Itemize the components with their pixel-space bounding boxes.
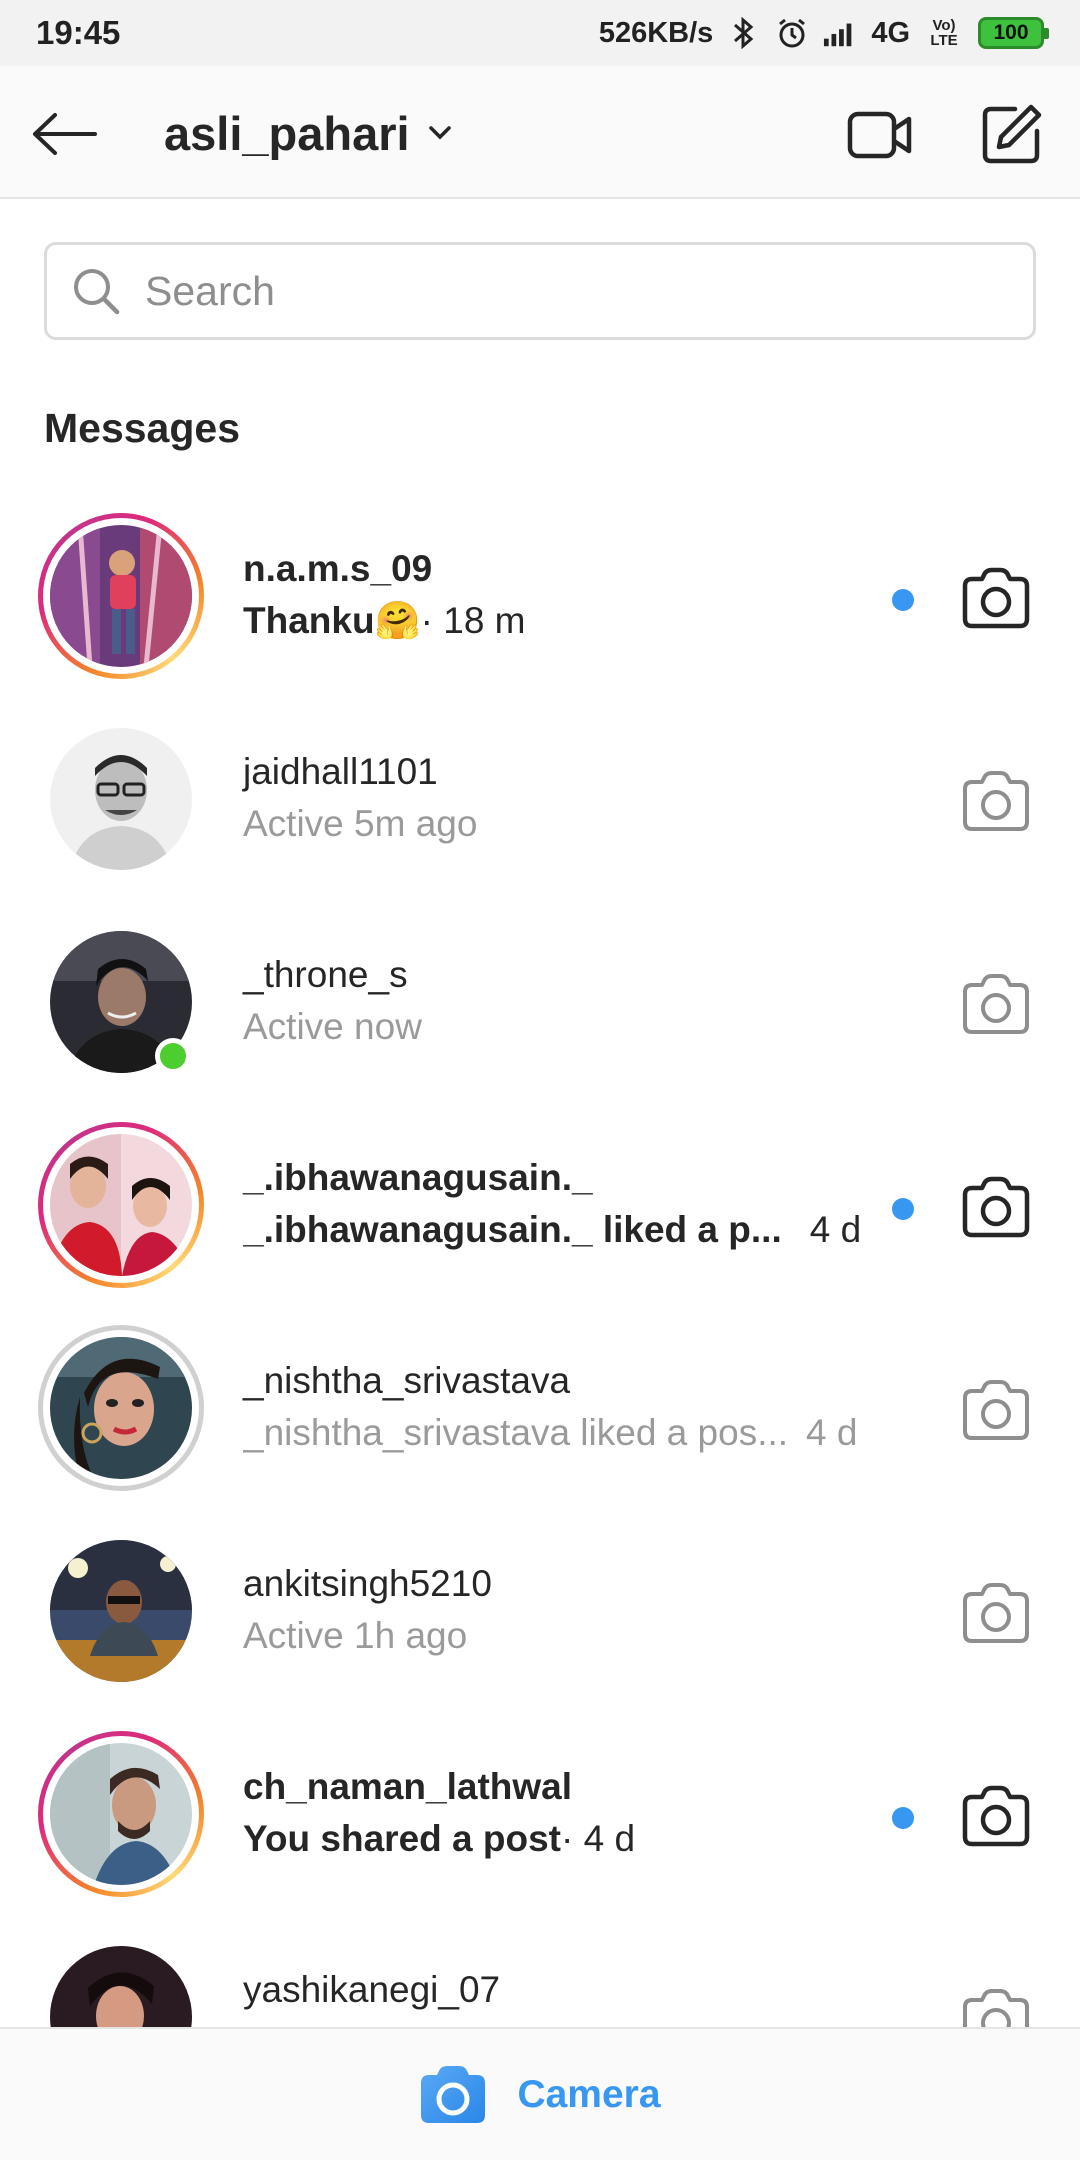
conversation-row[interactable]: _.ibhawanagusain._ _.ibhawanagusain._ li… [0,1109,1080,1312]
conversation-username: _.ibhawanagusain._ [243,1157,593,1198]
new-message-button[interactable] [972,96,1050,174]
camera-icon [963,1380,1029,1440]
back-arrow-icon [33,113,97,155]
camera-button[interactable] [958,1575,1034,1651]
battery-icon: 100 [978,17,1049,49]
avatar-image [50,728,192,870]
message-snippet: _nishtha_srivastava liked a pos... [243,1412,789,1453]
conversation-row[interactable]: yashikanegi_07 [0,1921,1080,2027]
avatar-image [50,1337,192,1479]
app-header: asli_pahari [0,66,1080,199]
video-camera-icon [847,111,912,159]
messages-heading: Messages [44,405,241,451]
camera-icon [963,1989,1029,2027]
conversation-username: n.a.m.s_09 [243,548,433,589]
message-snippet: Active 1h ago [243,1615,468,1656]
message-snippet: Thanku🤗 [243,600,421,641]
avatar[interactable] [38,1122,204,1288]
conversation-preview: Active 1h ago [243,1609,883,1663]
conversation-preview: _.ibhawanagusain._ liked a p... 4 d [243,1203,883,1257]
avatar[interactable] [38,1731,204,1897]
chevron-down-icon [428,126,451,140]
message-time: · 18 m [420,600,526,641]
message-snippet: _.ibhawanagusain._ liked a p... [243,1209,782,1250]
avatar[interactable] [38,1934,204,2027]
unread-indicator [892,1807,914,1829]
conversation-preview: Thanku🤗 · 18 m [243,594,883,648]
message-time: · 4 d [561,1818,636,1859]
camera-icon [962,567,1030,629]
camera-button[interactable] [958,966,1034,1042]
conversation-row[interactable]: _throne_s Active now [0,906,1080,1109]
search-input[interactable] [143,266,967,316]
avatar-image [50,1540,192,1682]
camera-button[interactable] [958,1169,1034,1245]
video-call-button[interactable] [840,100,920,170]
battery-level: 100 [993,21,1029,44]
conversation-username: _nishtha_srivastava [243,1360,571,1401]
conversation-list: n.a.m.s_09 Thanku🤗 · 18 m jaidhall1101 A… [0,500,1080,2027]
camera-icon [963,974,1029,1034]
signal-icon [823,16,857,50]
status-time: 19:45 [36,14,121,51]
avatar[interactable] [38,1325,204,1491]
alarm-icon [775,16,809,50]
conversation-row[interactable]: _nishtha_srivastava _nishtha_srivastava … [0,1312,1080,1515]
network-speed: 526KB/s [598,16,714,49]
camera-icon [963,1583,1029,1643]
status-bar: 19:45 526KB/s 4G Vo) LTE 100 [0,0,1080,66]
conversation-preview: Active 5m ago [243,797,883,851]
status-icons: 526KB/s 4G Vo) LTE 100 [598,16,1049,50]
avatar-image [50,525,192,667]
conversation-row[interactable]: jaidhall1101 Active 5m ago [0,703,1080,906]
online-status-indicator [155,1038,191,1074]
conversation-row[interactable]: ch_naman_lathwal You shared a post · 4 d [0,1718,1080,1921]
message-time: 4 d [809,1209,862,1250]
avatar-image [50,1134,192,1276]
conversation-username: ch_naman_lathwal [243,1766,573,1807]
message-snippet: Active 5m ago [243,803,478,844]
conversation-preview: You shared a post · 4 d [243,1812,883,1866]
camera-button[interactable] [958,560,1034,636]
bluetooth-icon [727,16,761,50]
avatar[interactable] [38,919,204,1085]
camera-button[interactable] [958,1981,1034,2027]
unread-indicator [892,1198,914,1220]
camera-button[interactable] [958,763,1034,839]
conversation-username: yashikanegi_07 [243,1969,501,2010]
search-icon [69,264,123,318]
search-bar[interactable] [44,242,1036,340]
avatar-image [50,1946,192,2027]
network-type: 4G [871,16,910,49]
page-title: asli_pahari [164,106,410,160]
account-switcher[interactable]: asli_pahari [164,100,452,166]
camera-icon [421,2065,486,2123]
conversation-row[interactable]: n.a.m.s_09 Thanku🤗 · 18 m [0,500,1080,703]
camera-button[interactable] [958,1372,1034,1448]
conversation-username: _throne_s [243,954,408,995]
back-button[interactable] [28,98,100,170]
message-snippet: You shared a post [243,1818,561,1859]
camera-icon [962,1176,1030,1238]
conversation-row[interactable]: ankitsingh5210 Active 1h ago [0,1515,1080,1718]
camera-bar[interactable]: Camera [0,2027,1080,2160]
conversation-preview: _nishtha_srivastava liked a pos... 4 d [243,1406,883,1460]
conversation-username: jaidhall1101 [243,751,438,792]
volte-badge: Vo) LTE [930,17,958,49]
camera-icon [962,1785,1030,1847]
camera-icon [963,771,1029,831]
camera-button[interactable] [958,1778,1034,1854]
unread-indicator [892,589,914,611]
avatar[interactable] [38,1528,204,1694]
camera-label: Camera [517,2072,661,2116]
message-time: 4 d [806,1412,858,1453]
avatar-image [50,1743,192,1885]
conversation-preview: Active now [243,1000,883,1054]
conversation-username: ankitsingh5210 [243,1563,492,1604]
compose-icon [982,104,1042,164]
avatar[interactable] [38,716,204,882]
message-snippet: Active now [243,1006,422,1047]
avatar[interactable] [38,513,204,679]
